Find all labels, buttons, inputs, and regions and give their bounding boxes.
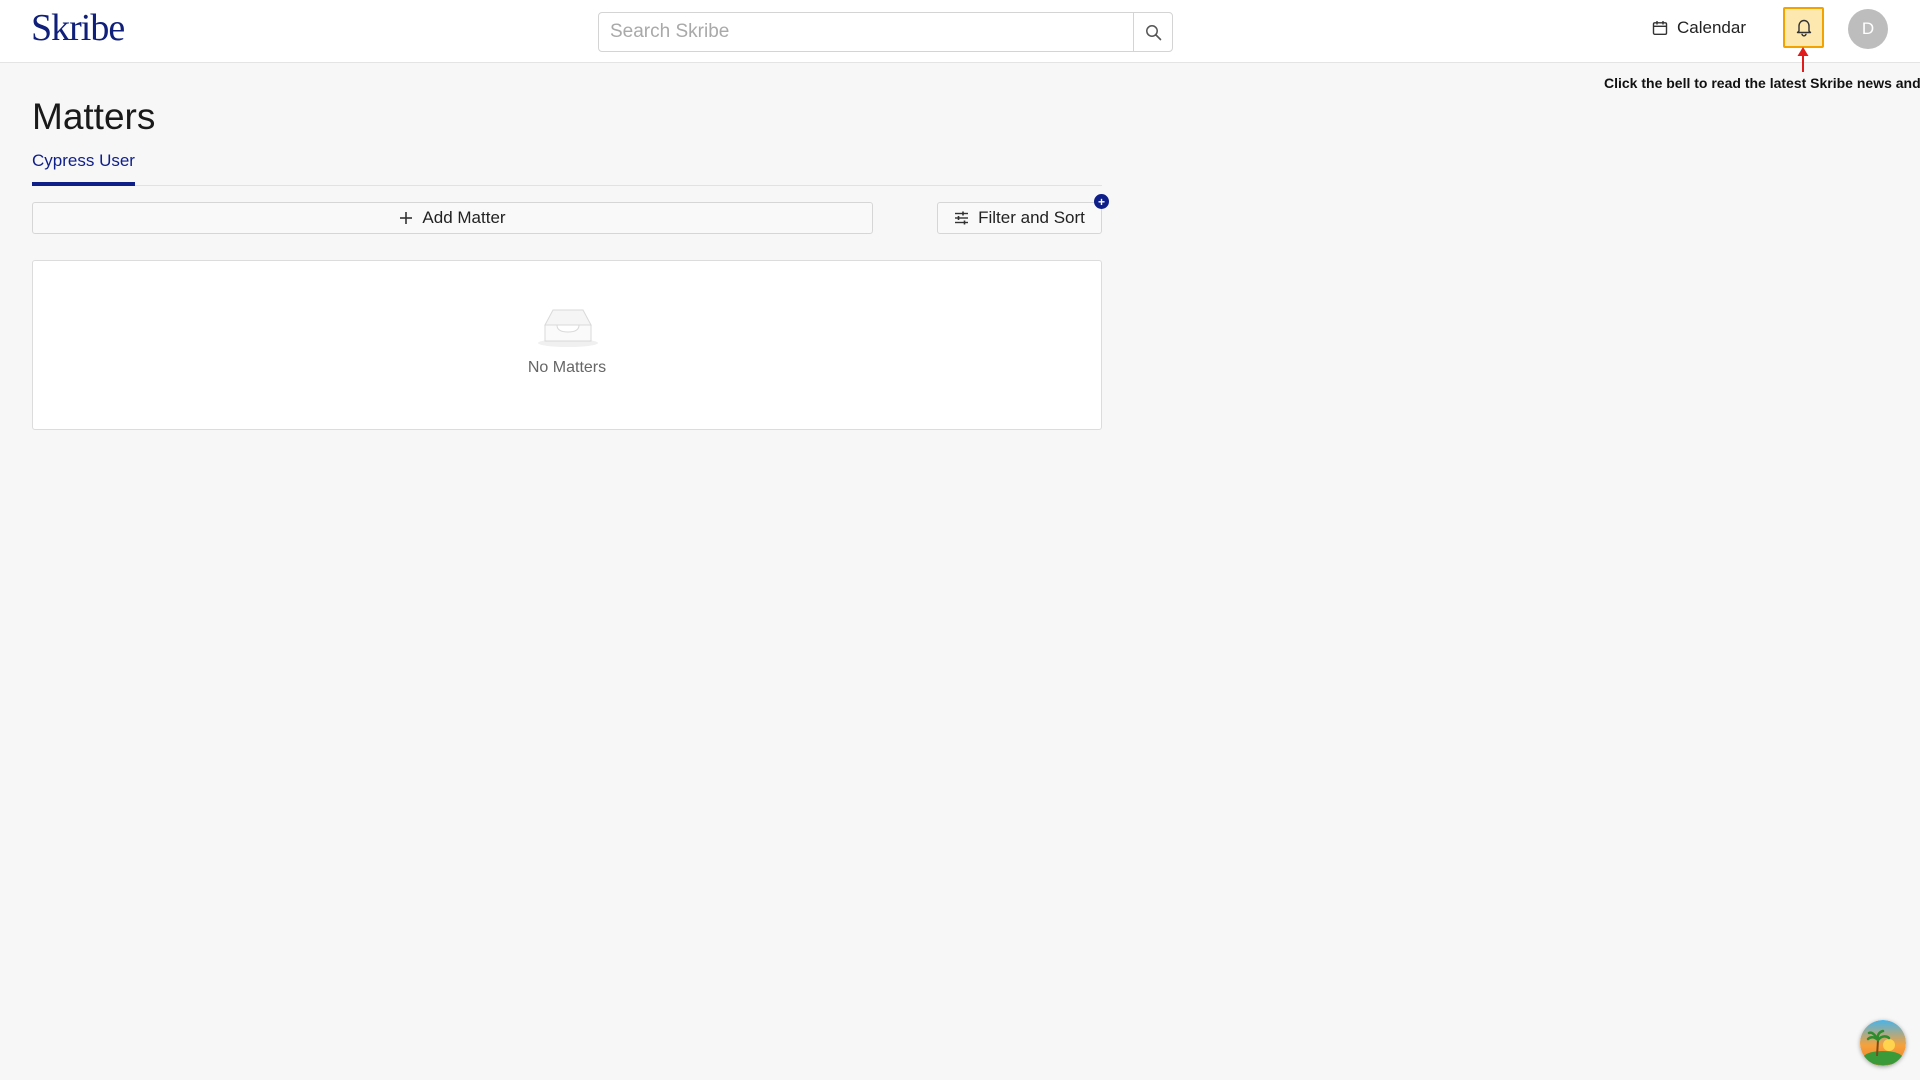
avatar[interactable]: D [1848, 9, 1888, 49]
island-icon [1860, 1020, 1906, 1066]
search-box [598, 12, 1173, 52]
search-icon [1145, 24, 1161, 40]
filter-and-sort-label: Filter and Sort [978, 208, 1085, 227]
search-button[interactable] [1133, 13, 1172, 51]
calendar-label: Calendar [1677, 18, 1746, 37]
filter-and-sort-button[interactable]: Filter and Sort [937, 202, 1102, 234]
bell-icon [1796, 19, 1811, 37]
hint-arrow-icon [1797, 47, 1809, 72]
notification-hint: Click the bell to read the latest Skribe… [1604, 75, 1920, 91]
inbox-icon [538, 309, 598, 347]
sliders-icon [955, 211, 969, 225]
top-bar: Skribe Calendar D [0, 0, 1920, 63]
filter-badge: + [1094, 194, 1109, 209]
page-title: Matters [32, 96, 156, 137]
plus-icon [400, 212, 413, 224]
matters-list: No Matters [32, 260, 1102, 430]
calendar-link[interactable]: Calendar [1652, 15, 1746, 41]
help-widget-button[interactable] [1860, 1020, 1906, 1066]
calendar-icon [1652, 21, 1668, 35]
add-matter-button[interactable]: Add Matter [32, 202, 873, 234]
skribe-logo[interactable]: Skribe [31, 6, 125, 50]
tab-bar: Cypress User [32, 150, 1102, 186]
notifications-button[interactable] [1783, 7, 1824, 48]
tab-cypress-user[interactable]: Cypress User [32, 150, 135, 186]
add-matter-label: Add Matter [422, 208, 506, 227]
empty-state-text: No Matters [527, 359, 607, 376]
search-input[interactable] [599, 13, 1133, 51]
